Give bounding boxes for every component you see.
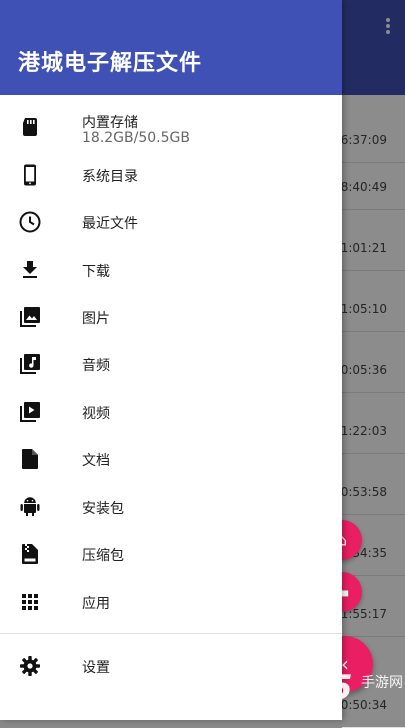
drawer-item-apk-packages[interactable]: 安装包 bbox=[0, 483, 342, 530]
drawer-item-label: 下载 bbox=[82, 264, 110, 280]
drawer-item-internal-storage[interactable]: 内置存储 18.2GB/50.5GB bbox=[0, 103, 342, 150]
drawer-item-label: 设置 bbox=[82, 660, 110, 676]
storage-label: 内置存储 bbox=[82, 115, 138, 131]
phone-icon bbox=[18, 163, 42, 187]
file-icon bbox=[18, 447, 42, 471]
storage-usage: 18.2GB/50.5GB bbox=[82, 130, 190, 146]
drawer-item-label: 文档 bbox=[82, 453, 110, 469]
navigation-drawer: 港城电子解压文件 内置存储 18.2GB/50.5GB 系统目录 最近文件 下载… bbox=[0, 0, 342, 720]
drawer-item-label: 系统目录 bbox=[82, 169, 138, 185]
drawer-item-documents[interactable]: 文档 bbox=[0, 435, 342, 482]
archive-icon bbox=[18, 542, 42, 566]
drawer-item-label: 压缩包 bbox=[82, 548, 124, 564]
drawer-item-system-directory[interactable]: 系统目录 bbox=[0, 151, 342, 198]
download-icon bbox=[18, 258, 42, 282]
music-icon bbox=[18, 352, 42, 376]
gear-icon bbox=[18, 654, 42, 678]
app-title: 港城电子解压文件 bbox=[18, 51, 203, 76]
drawer-item-label: 应用 bbox=[82, 596, 110, 612]
watermark-number: 2265 bbox=[255, 668, 354, 708]
drawer-item-archives[interactable]: 压缩包 bbox=[0, 530, 342, 577]
drawer-item-audio[interactable]: 音频 bbox=[0, 340, 342, 387]
drawer-item-apps[interactable]: 应用 bbox=[0, 578, 342, 625]
image-icon bbox=[18, 305, 42, 329]
drawer-item-recent-files[interactable]: 最近文件 bbox=[0, 198, 342, 245]
drawer-item-label: 音频 bbox=[82, 358, 110, 374]
apps-grid-icon bbox=[18, 590, 42, 614]
drawer-item-label: 图片 bbox=[82, 311, 110, 327]
sd-card-icon bbox=[18, 115, 42, 139]
clock-icon bbox=[18, 210, 42, 234]
watermark-site: 手游网 bbox=[361, 675, 403, 691]
drawer-item-label: 视频 bbox=[82, 406, 110, 422]
video-icon bbox=[18, 400, 42, 424]
drawer-header: 港城电子解压文件 bbox=[0, 0, 342, 95]
drawer-item-label: 最近文件 bbox=[82, 216, 138, 232]
android-icon bbox=[18, 495, 42, 519]
drawer-item-video[interactable]: 视频 bbox=[0, 388, 342, 435]
drawer-item-downloads[interactable]: 下载 bbox=[0, 246, 342, 293]
watermark-logo: 2265 手游网 bbox=[255, 668, 405, 720]
drawer-item-images[interactable]: 图片 bbox=[0, 293, 342, 340]
drawer-item-label: 安装包 bbox=[82, 501, 124, 517]
drawer-divider bbox=[0, 633, 342, 634]
